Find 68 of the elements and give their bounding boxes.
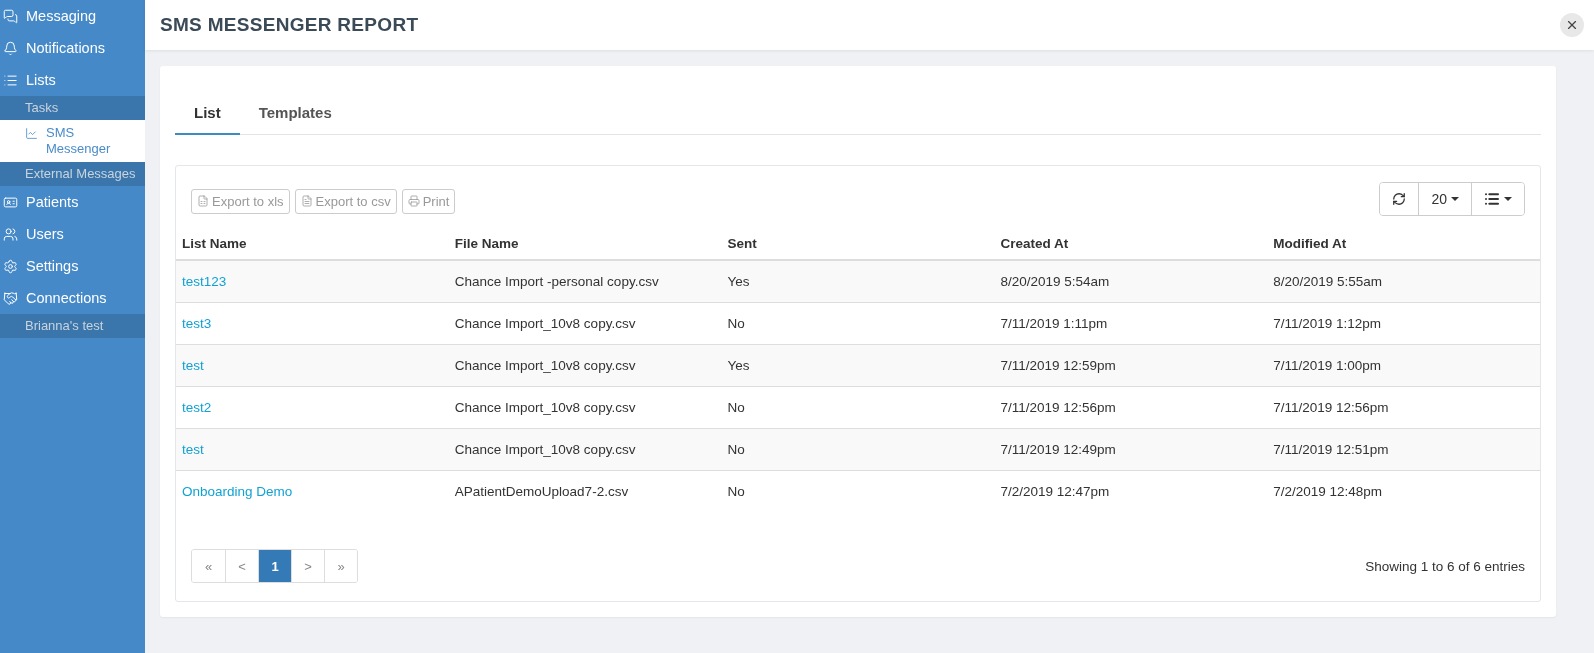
handshake-icon — [3, 290, 18, 306]
line-chart-icon — [25, 127, 38, 140]
list-name-link[interactable]: test — [182, 358, 204, 373]
table-cell: Yes — [721, 260, 995, 303]
table-cell: 7/11/2019 1:11pm — [994, 302, 1268, 345]
sidebar-item[interactable]: Patients — [0, 186, 145, 218]
export-button[interactable]: Export to xls — [191, 188, 290, 214]
table-cell: 7/11/2019 1:12pm — [1267, 302, 1540, 345]
export-button[interactable]: Export to csv — [294, 188, 397, 214]
table-cell: 7/11/2019 12:51pm — [1267, 428, 1540, 471]
table-cell: 7/2/2019 12:48pm — [1267, 470, 1540, 512]
table-cell: No — [721, 386, 995, 429]
tab[interactable]: List — [175, 91, 240, 135]
entries-summary: Showing 1 to 6 of 6 entries — [1365, 558, 1525, 574]
sidebar-item[interactable]: Settings — [0, 250, 145, 282]
document-file-icon — [300, 195, 313, 207]
list-name-link[interactable]: Onboarding Demo — [182, 484, 293, 499]
list-name-link[interactable]: test3 — [182, 316, 212, 331]
list-icon — [1484, 191, 1500, 207]
chat-bubbles-icon — [3, 8, 18, 24]
table-cell: 7/11/2019 1:00pm — [1267, 344, 1540, 387]
caret-icon — [1451, 197, 1459, 201]
settings-icon — [3, 258, 18, 274]
table-cell: Chance Import -personal copy.csv — [448, 260, 722, 303]
table-cell: 7/2/2019 12:47pm — [994, 470, 1268, 512]
sidebar-item[interactable]: Users — [0, 218, 145, 250]
sidebar-item[interactable]: Lists — [0, 64, 145, 96]
table-cell: No — [721, 470, 995, 512]
table-cell: 7/11/2019 12:56pm — [994, 386, 1268, 429]
page-title: SMS MESSENGER REPORT — [160, 14, 419, 36]
table-cell: 8/20/2019 5:55am — [1267, 260, 1540, 303]
table-cell: Yes — [721, 344, 995, 387]
spreadsheet-file-icon — [197, 195, 209, 207]
table-cell: Chance Import_10v8 copy.csv — [448, 428, 722, 471]
print-icon — [407, 195, 420, 207]
sidebar-subitem[interactable]: Brianna's test — [0, 314, 145, 338]
sidebar-item[interactable]: Connections — [0, 282, 145, 314]
table-cell: 7/11/2019 12:49pm — [994, 428, 1268, 471]
export-button[interactable]: Print — [401, 188, 456, 214]
table-cell: Chance Import_10v8 copy.csv — [448, 344, 722, 387]
sidebar-subitem[interactable]: SMS Messenger — [0, 120, 145, 162]
list-icon — [3, 72, 18, 88]
close-icon — [1565, 18, 1579, 32]
table-cell: 8/20/2019 5:54am — [994, 260, 1268, 303]
pagination-button[interactable]: » — [324, 550, 357, 582]
bell-icon — [3, 40, 18, 56]
sidebar-subitem[interactable]: External Messages — [0, 162, 145, 186]
table-cell: APatientDemoUpload7-2.csv — [448, 470, 722, 512]
sidebar-subitem[interactable]: Tasks — [0, 96, 145, 120]
columns-dropdown[interactable] — [1471, 183, 1524, 215]
users-icon — [3, 226, 18, 242]
table-cell: No — [721, 302, 995, 345]
close-button[interactable] — [1560, 13, 1584, 37]
pagination-button[interactable]: 1 — [258, 550, 291, 582]
table-cell: 7/11/2019 12:59pm — [994, 344, 1268, 387]
caret-icon — [1504, 197, 1512, 201]
tab[interactable]: Templates — [239, 91, 351, 135]
table-cell: Chance Import_10v8 copy.csv — [448, 302, 722, 345]
sidebar-item[interactable]: Notifications — [0, 32, 145, 64]
refresh-icon — [1392, 192, 1407, 206]
list-name-link[interactable]: test123 — [182, 274, 227, 289]
list-name-link[interactable]: test — [182, 442, 204, 457]
table-cell: 7/11/2019 12:56pm — [1267, 386, 1540, 429]
sidebar-item[interactable]: Messaging — [0, 0, 145, 32]
list-name-link[interactable]: test2 — [182, 400, 212, 415]
id-card-icon — [3, 194, 18, 210]
table-cell: Chance Import_10v8 copy.csv — [448, 386, 722, 429]
table-cell: No — [721, 428, 995, 471]
